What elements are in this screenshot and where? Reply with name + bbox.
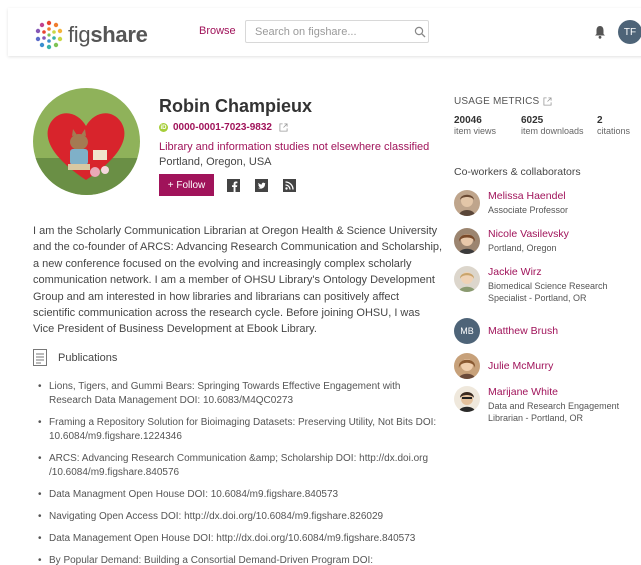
publication-item[interactable]: By Popular Demand: Building a Consortial… — [38, 554, 440, 565]
metric-label: item views — [454, 126, 497, 136]
coworker-desc: Biomedical Science Research Specialist -… — [488, 281, 608, 303]
coworkers-title: Co-workers & collaborators — [454, 166, 581, 178]
publication-item[interactable]: ARCS: Advancing Research Communication &… — [38, 452, 440, 480]
orcid-link[interactable]: 0000-0001-7023-9832 — [173, 122, 272, 133]
publication-item[interactable]: Data Managment Open House DOI: 10.6084/m… — [38, 488, 440, 502]
metric-citations: 2 citations — [597, 115, 630, 137]
publication-item[interactable]: Framing a Repository Solution for Bioima… — [38, 416, 440, 444]
profile-photo — [33, 88, 140, 195]
profile-avatar — [33, 88, 140, 195]
metric-label: item downloads — [521, 126, 584, 136]
orcid-icon: iD — [159, 123, 168, 132]
publications-title: Publications — [58, 351, 118, 364]
profile-name: Robin Champieux — [159, 96, 313, 116]
figshare-logo-text: figshare — [68, 22, 148, 47]
publication-item[interactable]: Lions, Tigers, and Gummi Bears: Springin… — [38, 380, 440, 408]
facebook-icon[interactable] — [227, 179, 240, 192]
publications-list: Lions, Tigers, and Gummi Bears: Springin… — [38, 380, 440, 565]
publications-header: Publications — [33, 349, 117, 366]
document-icon — [33, 349, 47, 366]
coworker-name[interactable]: Jackie Wirz — [488, 266, 542, 278]
metric-value: 6025 — [521, 115, 544, 126]
rss-icon[interactable] — [283, 179, 296, 192]
profile-bio: I am the Scholarly Communication Librari… — [33, 225, 443, 336]
coworker-name[interactable]: Melissa Haendel — [488, 190, 566, 202]
twitter-icon[interactable] — [255, 179, 268, 192]
coworker-avatar[interactable]: MB — [454, 318, 480, 344]
coworker-avatar[interactable] — [454, 386, 480, 412]
coworker-desc: Portland, Oregon — [488, 243, 557, 253]
usage-metrics-title: USAGE METRICS — [454, 96, 552, 107]
profile-location: Portland, Oregon, USA — [159, 156, 272, 168]
coworker-name[interactable]: Julie McMurry — [488, 360, 553, 372]
publication-item[interactable]: Data Management Open House DOI: http://d… — [38, 532, 440, 546]
coworker-name[interactable]: Nicole Vasilevsky — [488, 228, 569, 240]
coworker-name[interactable]: Matthew Brush — [488, 325, 558, 337]
figshare-logo[interactable]: figshare — [34, 20, 148, 50]
follow-button[interactable]: + Follow — [159, 174, 214, 196]
metric-value: 20046 — [454, 115, 482, 126]
metric-value: 2 — [597, 115, 603, 126]
notifications-bell-icon[interactable] — [594, 25, 606, 39]
external-link-icon[interactable] — [543, 97, 552, 106]
metric-item-downloads: 6025 item downloads — [521, 115, 584, 137]
browse-link[interactable]: Browse — [199, 25, 236, 37]
coworker-avatar[interactable] — [454, 228, 480, 254]
search-input[interactable] — [245, 20, 429, 43]
user-avatar[interactable]: TF — [618, 20, 641, 44]
orcid-row: iD 0000-0001-7023-9832 — [159, 122, 288, 133]
coworker-desc: Data and Research Engagement Librarian -… — [488, 401, 620, 423]
search-icon[interactable] — [414, 26, 426, 38]
coworker-avatar[interactable] — [454, 353, 480, 379]
publication-item[interactable]: Navigating Open Access DOI: http://dx.do… — [38, 510, 440, 524]
coworker-avatar[interactable] — [454, 266, 480, 292]
metric-label: citations — [597, 126, 631, 136]
metric-item-views: 20046 item views — [454, 115, 496, 137]
profile-category-link[interactable]: Library and information studies not else… — [159, 141, 429, 153]
coworker-desc: Associate Professor — [488, 205, 569, 215]
figshare-logo-icon — [35, 20, 63, 50]
coworker-avatar[interactable] — [454, 190, 480, 216]
external-link-icon[interactable] — [279, 123, 288, 132]
coworker-name[interactable]: Marijane White — [488, 386, 558, 398]
